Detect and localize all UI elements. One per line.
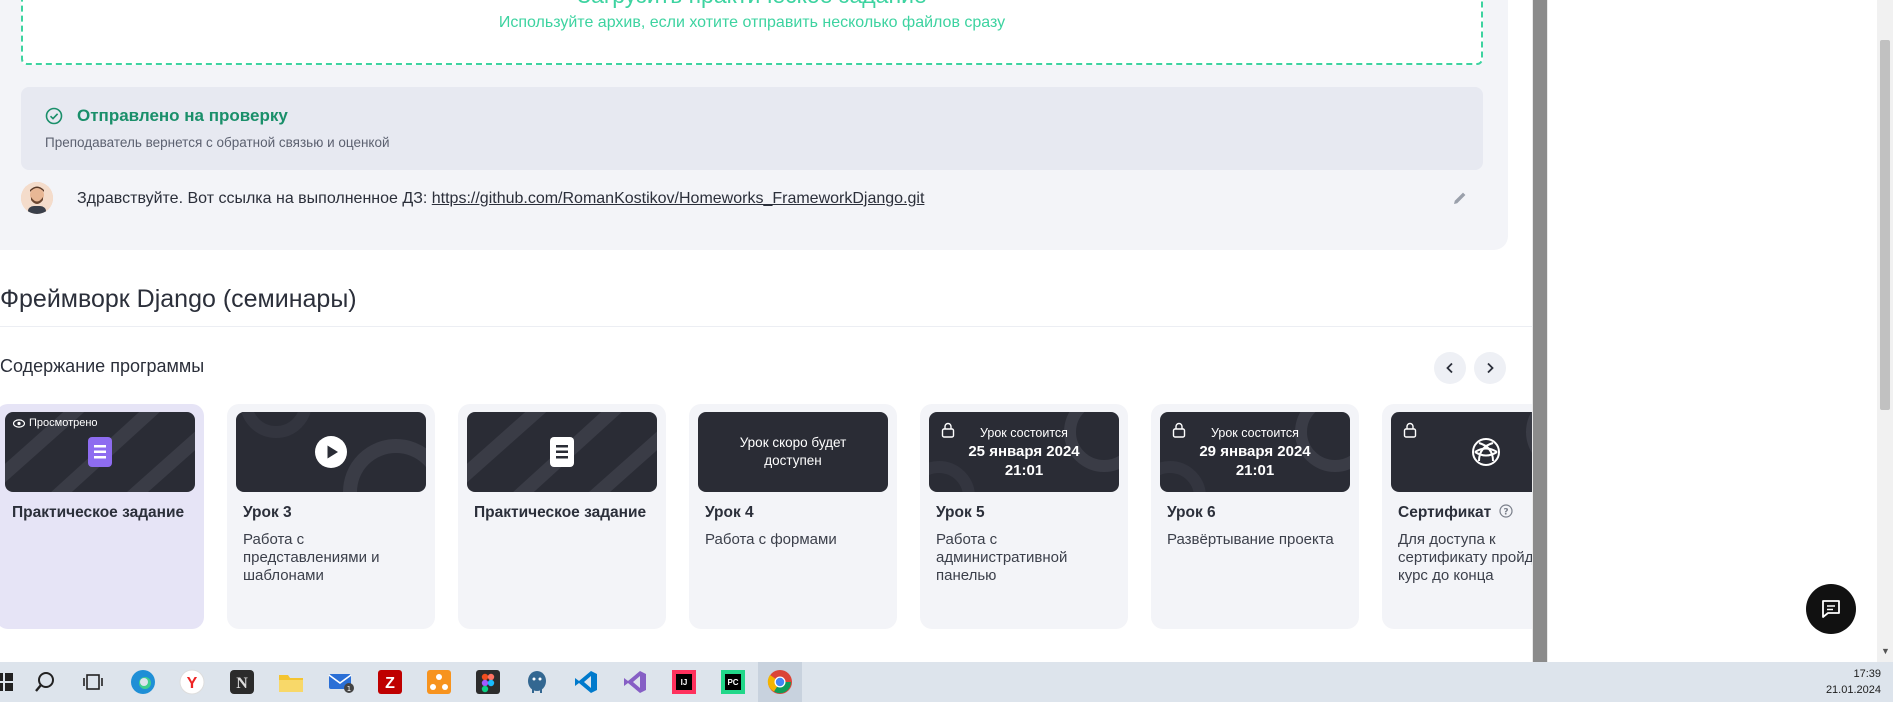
upload-title: Загрузить практическое задание [23, 0, 1481, 9]
program-card-lesson-6[interactable]: Урок состоится 29 января 2024 21:01 Урок… [1151, 404, 1359, 629]
card-thumbnail: Урок состоится 25 января 2024 21:01 [929, 412, 1119, 492]
card-thumbnail: Урок состоится 29 января 2024 21:01 [1160, 412, 1350, 492]
mail-badge: 1 [347, 685, 351, 693]
svg-text:N: N [236, 675, 248, 692]
thumb-line-1: Урок состоится [1211, 426, 1299, 440]
chrome-icon[interactable] [766, 668, 794, 696]
play-icon [315, 436, 347, 468]
card-thumbnail [236, 412, 426, 492]
program-card-practice-2[interactable]: Практическое задание [458, 404, 666, 629]
comment-text: Здравствуйте. Вот ссылка на выполненное … [77, 190, 924, 208]
carousel-prev-button[interactable] [1434, 352, 1466, 384]
document-icon [88, 437, 112, 467]
card-title-text: Сертификат [1398, 504, 1492, 521]
start-icon[interactable] [0, 668, 18, 696]
postgresql-icon[interactable] [523, 668, 551, 696]
section-title: Содержание программы [0, 356, 205, 376]
clock-time: 17:39 [1853, 668, 1881, 680]
course-title: Фреймворк Django (семинары) [0, 285, 357, 313]
thumb-status-text: Урок скоро будет доступен [739, 435, 847, 468]
card-thumbnail: Урок скоро будет доступен [698, 412, 888, 492]
help-icon[interactable]: ? [1498, 504, 1513, 518]
chevron-left-icon [1446, 362, 1453, 374]
card-title: Урок 6 [1167, 504, 1216, 521]
clock-date: 21.01.2024 [1825, 684, 1881, 696]
file-explorer-icon[interactable] [277, 668, 305, 696]
homework-link[interactable]: https://github.com/RomanKostikov/Homewor… [432, 190, 925, 207]
scroll-down-arrow-icon[interactable]: ▼ [1881, 646, 1890, 656]
notion-icon[interactable]: N [228, 668, 256, 696]
document-icon [550, 437, 574, 467]
status-subtitle: Преподаватель вернется с обратной связью… [45, 135, 390, 150]
pencil-icon[interactable] [1451, 189, 1469, 207]
comment-prefix: Здравствуйте. Вот ссылка на выполненное … [77, 190, 432, 207]
card-title: Практическое задание [474, 504, 647, 521]
card-thumbnail [1391, 412, 1532, 492]
card-title: Урок 3 [243, 504, 292, 521]
program-card-lesson-4[interactable]: Урок скоро будет доступен Урок 4 Работа … [689, 404, 897, 629]
thumb-time: 21:01 [1235, 462, 1275, 479]
avatar [21, 182, 53, 214]
task-view-icon[interactable] [79, 668, 107, 696]
app-orange-icon[interactable] [425, 668, 453, 696]
figma-icon[interactable] [474, 668, 502, 696]
card-description: Работа с представлениями и шаблонами [243, 531, 380, 584]
system-clock[interactable]: 17:39 21.01.2024 [1826, 666, 1881, 698]
pycharm-icon[interactable]: PC [719, 668, 747, 696]
thumb-date: 29 января 2024 [1199, 443, 1311, 460]
thumb-time: 21:01 [1004, 462, 1044, 479]
card-title: Урок 4 [705, 504, 754, 521]
card-description: Для доступа к сертификату пройдите курс … [1398, 531, 1532, 584]
divider [0, 326, 1532, 327]
status-title: Отправлено на проверку [77, 106, 288, 125]
card-thumbnail: Просмотрено [5, 412, 195, 492]
upload-dropzone[interactable]: Загрузить практическое задание Используй… [21, 0, 1483, 65]
chat-support-button[interactable] [1806, 584, 1856, 634]
program-card-lesson-3[interactable]: Урок 3 Работа с представлениями и шаблон… [227, 404, 435, 629]
filezilla-icon[interactable]: Z [376, 668, 404, 696]
program-card-certificate[interactable]: Сертификат ? Для доступа к сертификату п… [1382, 404, 1532, 629]
card-description: Развёртывание проекта [1167, 531, 1334, 548]
intellij-idea-icon[interactable]: IJ [670, 668, 698, 696]
carousel-next-button[interactable] [1474, 352, 1506, 384]
card-thumbnail [467, 412, 657, 492]
svg-text:PC: PC [727, 678, 738, 687]
certificate-knot-icon [1472, 438, 1500, 466]
vscode-icon[interactable] [572, 668, 600, 696]
card-description: Работа с административной панелью [936, 531, 1068, 584]
mail-icon[interactable]: 1 [327, 668, 355, 696]
thumb-line-1: Урок состоится [980, 426, 1068, 440]
upload-subtitle: Используйте архив, если хотите отправить… [498, 14, 1006, 31]
svg-text:IJ: IJ [681, 678, 688, 687]
edge-icon[interactable] [129, 668, 157, 696]
thumb-date: 25 января 2024 [968, 443, 1080, 460]
taskbar: Y N 1 Z IJ PC 17:39 21.01.2024 [0, 662, 1893, 702]
page-scrollbar-thumb[interactable] [1880, 40, 1890, 410]
submission-status: Отправлено на проверку Преподаватель вер… [21, 87, 1483, 170]
submission-comment: Здравствуйте. Вот ссылка на выполненное … [21, 182, 1483, 218]
visual-studio-icon[interactable] [621, 668, 649, 696]
content-scrollbar-thumb[interactable] [1533, 0, 1547, 662]
chevron-right-icon [1487, 362, 1494, 374]
program-card-lesson-5[interactable]: Урок состоится 25 января 2024 21:01 Урок… [920, 404, 1128, 629]
yandex-browser-icon[interactable]: Y [178, 668, 206, 696]
card-title: Практическое задание [12, 504, 185, 521]
main-content: Загрузить практическое задание Используй… [0, 0, 1532, 662]
card-description: Работа с формами [705, 531, 837, 548]
svg-text:?: ? [1503, 507, 1508, 517]
card-title: Сертификат ? [1398, 504, 1513, 522]
program-card-practice-1[interactable]: Просмотрено Практическое задание [0, 404, 204, 629]
svg-text:Y: Y [187, 675, 198, 692]
page: Загрузить практическое задание Используй… [0, 0, 1893, 662]
check-circle-icon [45, 107, 63, 125]
chat-icon [1822, 600, 1840, 618]
search-icon[interactable] [31, 668, 59, 696]
card-title: Урок 5 [936, 504, 985, 521]
program-carousel: Просмотрено Практическое задание Урок 3 [0, 404, 1532, 629]
svg-text:Z: Z [385, 675, 395, 692]
